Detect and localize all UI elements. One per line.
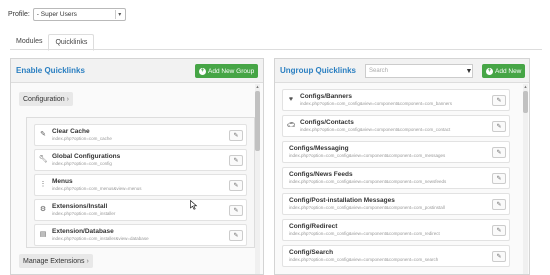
item-title: Menus — [52, 178, 73, 185]
list-item[interactable]: ⚙ Extensions/Install index.php?option=co… — [34, 199, 247, 221]
list-item[interactable]: 🔧︎ Global Configurations index.php?optio… — [34, 149, 247, 171]
mouse-cursor-icon — [190, 200, 198, 210]
group-configuration[interactable]: Configuration › — [19, 92, 73, 106]
plus-icon: + — [486, 67, 493, 75]
chevron-right-icon: › — [86, 257, 89, 265]
left-scrollbar[interactable]: ▲ — [255, 84, 260, 274]
item-title: Config/Search — [289, 249, 334, 256]
item-title: Configs/News Feeds — [289, 171, 353, 178]
database-icon: ▤ — [39, 230, 47, 238]
edit-icon[interactable]: ✎ — [492, 147, 506, 158]
list-item[interactable]: ⋮ Menus index.php?option=com_menus&view=… — [34, 174, 247, 196]
filter-icon[interactable]: ▼ — [463, 64, 475, 78]
edit-icon[interactable]: ✎ — [492, 225, 506, 236]
plus-icon: + — [199, 67, 206, 75]
item-url: index.php?option=com_config&view=compone… — [300, 101, 452, 106]
left-scroll-thumb[interactable] — [255, 91, 260, 151]
item-title: Extension/Database — [52, 228, 114, 235]
edit-icon[interactable]: ✎ — [492, 251, 506, 262]
ungroup-quicklinks-title: Ungroup Quicklinks — [280, 66, 357, 75]
search-input[interactable]: Search — [365, 64, 473, 78]
group-manage-extensions-label: Manage Extensions — [23, 257, 85, 265]
edit-icon[interactable]: ✎ — [229, 180, 243, 191]
item-title: Config/Redirect — [289, 223, 338, 230]
item-title: Configs/Banners — [300, 93, 353, 100]
add-new-button[interactable]: + Add New — [482, 64, 526, 78]
enable-quicklinks-header: Enable Quicklinks + Add New Group — [11, 59, 263, 83]
list-item[interactable]: Config/Post-installation Messages index.… — [282, 193, 510, 215]
add-new-group-button[interactable]: + Add New Group — [195, 64, 259, 78]
edit-icon[interactable]: ✎ — [229, 155, 243, 166]
right-scrollbar[interactable]: ▲ — [523, 84, 528, 274]
edit-icon[interactable]: ✎ — [229, 230, 243, 241]
ungroup-quicklinks-header: Ungroup Quicklinks Search ▼ + Add New — [275, 59, 529, 83]
profile-select[interactable]: - Super Users ▾ — [32, 8, 126, 21]
chevron-right-icon: › — [66, 95, 69, 103]
edit-icon[interactable]: ✎ — [492, 121, 506, 132]
group-manage-extensions[interactable]: Manage Extensions › — [19, 254, 93, 268]
item-url: index.php?option=com_config — [52, 161, 112, 166]
item-title: Configs/Contacts — [300, 119, 354, 126]
add-new-group-label: Add New Group — [208, 67, 255, 75]
item-title: Clear Cache — [52, 128, 90, 135]
list-item[interactable]: ✎ Clear Cache index.php?option=com_cache… — [34, 124, 247, 146]
group-configuration-label: Configuration — [23, 95, 65, 103]
profile-selected-value: - Super Users — [36, 11, 77, 18]
tabs-divider — [10, 49, 542, 50]
list-item[interactable]: Config/Redirect index.php?option=com_con… — [282, 219, 510, 241]
car-icon: 🚗︎ — [286, 121, 296, 129]
profile-row: Profile: - Super Users ▾ — [8, 8, 126, 21]
gear-icon: ⚙ — [39, 205, 47, 213]
edit-icon[interactable]: ✎ — [492, 173, 506, 184]
enable-quicklinks-title: Enable Quicklinks — [16, 66, 85, 75]
right-scroll-thumb[interactable] — [523, 91, 528, 113]
enable-quicklinks-panel: Enable Quicklinks + Add New Group Config… — [10, 58, 264, 275]
item-url: index.php?option=com_config&view=compone… — [289, 205, 445, 210]
list-item[interactable]: Config/Search index.php?option=com_confi… — [282, 245, 510, 267]
item-url: index.php?option=com_config&view=compone… — [289, 231, 440, 236]
edit-icon[interactable]: ✎ — [492, 199, 506, 210]
item-url: index.php?option=com_installer&view=data… — [52, 236, 149, 241]
profile-label: Profile: — [8, 11, 30, 18]
item-title: Configs/Messaging — [289, 145, 349, 152]
broom-icon: ✎ — [40, 130, 46, 138]
list-item[interactable]: ▤ Extension/Database index.php?option=co… — [34, 224, 247, 246]
edit-icon[interactable]: ✎ — [229, 130, 243, 141]
item-url: index.php?option=com_cache — [52, 136, 112, 141]
item-url: index.php?option=com_config&view=compone… — [289, 257, 439, 262]
scroll-up-icon[interactable]: ▲ — [255, 84, 260, 89]
heart-icon: ♥ — [288, 95, 294, 103]
item-url: index.php?option=com_config&view=compone… — [289, 153, 446, 158]
item-url: index.php?option=com_config&view=compone… — [300, 127, 451, 132]
add-new-label: Add New — [495, 67, 522, 75]
scroll-up-icon[interactable]: ▲ — [523, 84, 528, 89]
ungroup-quicklinks-panel: Ungroup Quicklinks Search ▼ + Add New ♥ … — [274, 58, 530, 275]
item-url: index.php?option=com_config&view=compone… — [289, 179, 447, 184]
wrench-icon: 🔧︎ — [38, 155, 48, 163]
edit-icon[interactable]: ✎ — [492, 95, 506, 106]
menu-icon: ⋮ — [39, 180, 47, 188]
configuration-item-list: ✎ Clear Cache index.php?option=com_cache… — [26, 117, 255, 248]
list-item[interactable]: Configs/News Feeds index.php?option=com_… — [282, 167, 510, 189]
item-title: Global Configurations — [52, 153, 121, 160]
item-title: Extensions/Install — [52, 203, 108, 210]
item-url: index.php?option=com_menus&view=menus — [52, 186, 142, 191]
item-title: Config/Post-installation Messages — [289, 197, 395, 204]
chevron-down-icon: ▾ — [114, 10, 124, 19]
list-item[interactable]: Configs/Messaging index.php?option=com_c… — [282, 141, 510, 163]
edit-icon[interactable]: ✎ — [229, 205, 243, 216]
list-item[interactable]: ♥ Configs/Banners index.php?option=com_c… — [282, 89, 510, 111]
item-url: index.php?option=com_installer — [52, 211, 116, 216]
list-item[interactable]: 🚗︎ Configs/Contacts index.php?option=com… — [282, 115, 510, 137]
